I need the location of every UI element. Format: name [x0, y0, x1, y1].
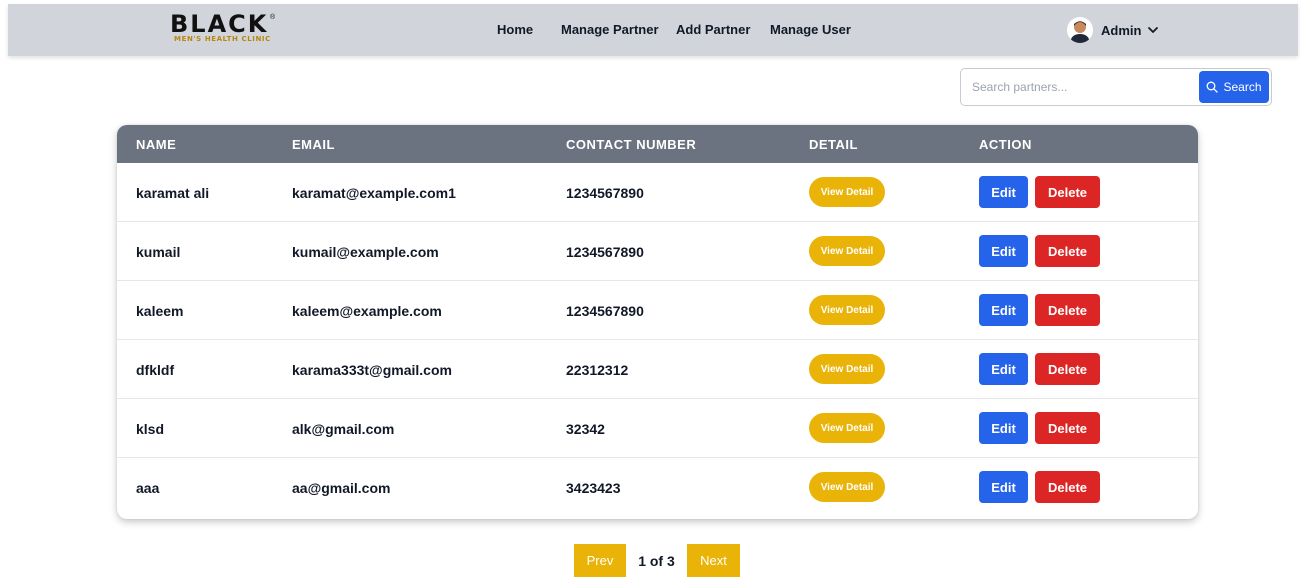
view-detail-button[interactable]: View Detail [809, 354, 885, 384]
edit-button[interactable]: Edit [979, 412, 1028, 444]
view-detail-button[interactable]: View Detail [809, 295, 885, 325]
table-header: NAME EMAIL CONTACT NUMBER DETAIL ACTION [117, 125, 1198, 163]
nav-link-add-partner[interactable]: Add Partner [676, 22, 750, 38]
cell-name: aaa [136, 480, 160, 496]
cell-contact: 1234567890 [566, 303, 644, 319]
column-header-email: EMAIL [292, 137, 335, 152]
cell-name: kaleem [136, 303, 184, 319]
view-detail-button[interactable]: View Detail [809, 177, 885, 207]
delete-button[interactable]: Delete [1035, 471, 1100, 503]
table-row: karamat ali karamat@example.com1 1234567… [117, 163, 1198, 222]
column-header-name: NAME [136, 137, 177, 152]
page-indicator: 1 of 3 [638, 552, 675, 569]
cell-name: dfkldf [136, 362, 175, 378]
table-row: klsd alk@gmail.com 32342 View Detail Edi… [117, 399, 1198, 458]
cell-contact: 32342 [566, 421, 605, 437]
delete-button[interactable]: Delete [1035, 353, 1100, 385]
cell-name: kumail [136, 244, 181, 260]
delete-button[interactable]: Delete [1035, 235, 1100, 267]
cell-email: kaleem@example.com [292, 303, 442, 319]
user-name: Admin [1101, 22, 1142, 38]
partners-table: NAME EMAIL CONTACT NUMBER DETAIL ACTION … [117, 125, 1198, 519]
cell-email: aa@gmail.com [292, 480, 391, 496]
cell-contact: 22312312 [566, 362, 629, 378]
cell-contact: 3423423 [566, 480, 621, 496]
cell-email: karama333t@gmail.com [292, 362, 452, 378]
nav-link-manage-partner[interactable]: Manage Partner [561, 22, 659, 38]
search-button[interactable]: Search [1199, 71, 1269, 103]
delete-button[interactable]: Delete [1035, 294, 1100, 326]
cell-email: alk@gmail.com [292, 421, 395, 437]
edit-button[interactable]: Edit [979, 235, 1028, 267]
cell-email: kumail@example.com [292, 244, 439, 260]
delete-button[interactable]: Delete [1035, 176, 1100, 208]
prev-page-button[interactable]: Prev [574, 544, 626, 577]
search-icon [1207, 81, 1219, 93]
column-header-detail: DETAIL [809, 137, 858, 152]
cell-name: karamat ali [136, 185, 210, 201]
user-menu[interactable]: Admin [1067, 16, 1159, 44]
top-navbar: BLACK ® MEN'S HEALTH CLINIC Home Manage … [8, 4, 1298, 56]
next-page-button[interactable]: Next [687, 544, 740, 577]
nav-link-home[interactable]: Home [497, 22, 533, 38]
cell-name: klsd [136, 421, 165, 437]
search-input[interactable] [962, 70, 1198, 104]
column-header-action: ACTION [979, 137, 1032, 152]
edit-button[interactable]: Edit [979, 353, 1028, 385]
edit-button[interactable]: Edit [979, 294, 1028, 326]
view-detail-button[interactable]: View Detail [809, 472, 885, 502]
table-row: aaa aa@gmail.com 3423423 View Detail Edi… [117, 458, 1198, 517]
delete-button[interactable]: Delete [1035, 412, 1100, 444]
chevron-down-icon [1148, 27, 1159, 33]
cell-contact: 1234567890 [566, 244, 644, 260]
nav-link-manage-user[interactable]: Manage User [770, 22, 851, 38]
column-header-contact-number: CONTACT NUMBER [566, 137, 697, 152]
table-row: kaleem kaleem@example.com 1234567890 Vie… [117, 281, 1198, 340]
table-row: dfkldf karama333t@gmail.com 22312312 Vie… [117, 340, 1198, 399]
search-button-label: Search [1223, 80, 1262, 94]
cell-email: karamat@example.com1 [292, 185, 456, 201]
edit-button[interactable]: Edit [979, 471, 1028, 503]
table-row: kumail kumail@example.com 1234567890 Vie… [117, 222, 1198, 281]
cell-contact: 1234567890 [566, 185, 644, 201]
view-detail-button[interactable]: View Detail [809, 413, 885, 443]
user-avatar-icon [1067, 17, 1093, 43]
search-box: Search [960, 68, 1272, 106]
view-detail-button[interactable]: View Detail [809, 236, 885, 266]
edit-button[interactable]: Edit [979, 176, 1028, 208]
